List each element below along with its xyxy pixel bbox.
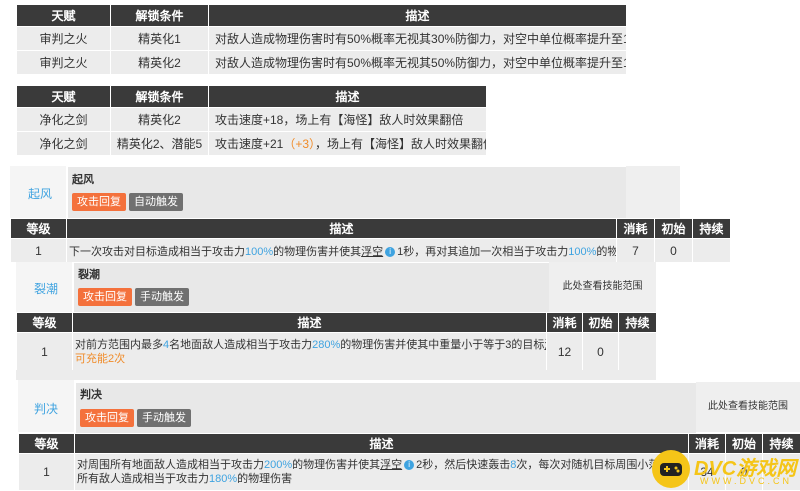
header-duration: 持续 [619, 313, 657, 333]
table-row: 1 对前方范围内最多4名地面敌人造成相当于攻击力280%的物理伤害并使其中重量小… [17, 333, 657, 371]
tag-recovery: 攻击回复 [78, 288, 132, 306]
skill-description: 下一次攻击对目标造成相当于攻击力100%的物理伤害并使其浮空i1秒，再对其追加一… [67, 239, 617, 263]
tag-recovery: 攻击回复 [72, 193, 126, 211]
skill-table-2: 等级 描述 消耗 初始 持续 1 对前方范围内最多4名地面敌人造成相当于攻击力2… [16, 312, 657, 371]
header-desc: 描述 [75, 434, 689, 454]
charge-note: 可充能2次 [75, 353, 125, 365]
talent-name: 净化之剑 [17, 132, 111, 156]
desc-text: 攻击速度+21 [215, 137, 283, 151]
table-row: 审判之火 精英化2 对敌人造成物理伤害时有50%概率无视其50%防御力，对空中单… [17, 51, 627, 75]
header-talent: 天赋 [17, 5, 111, 27]
talent-condition: 精英化1 [111, 27, 209, 51]
value-highlight: 200% [264, 459, 292, 471]
tag-trigger: 手动触发 [137, 409, 191, 427]
header-level: 等级 [11, 219, 67, 239]
talent-description: 对敌人造成物理伤害时有50%概率无视其50%防御力，对空中单位概率提升至100% [209, 51, 627, 75]
skill-panel-2: 裂潮 裂潮 攻击回复手动触发 此处查看技能范围 [16, 262, 656, 314]
skill-initial: 0 [583, 333, 619, 371]
header-desc: 描述 [73, 313, 547, 333]
table-row: 1 下一次攻击对目标造成相当于攻击力100%的物理伤害并使其浮空i1秒，再对其追… [11, 239, 731, 263]
table-row: 净化之剑 精英化2、潜能5 攻击速度+21（+3），场上有【海怪】敌人时效果翻倍 [17, 132, 487, 156]
skill-duration [619, 333, 657, 371]
talent-table-2: 天赋 解锁条件 描述 净化之剑 精英化2 攻击速度+18，场上有【海怪】敌人时效… [16, 85, 487, 156]
skill-title: 起风 [72, 171, 94, 187]
header-unlock: 解锁条件 [111, 86, 209, 108]
header-level: 等级 [19, 434, 75, 454]
header-cost: 消耗 [547, 313, 583, 333]
talent-condition: 精英化2 [111, 51, 209, 75]
table-row: 净化之剑 精英化2 攻击速度+18，场上有【海怪】敌人时效果翻倍 [17, 108, 487, 132]
header-level: 等级 [17, 313, 73, 333]
info-icon[interactable]: i [404, 460, 414, 470]
header-talent: 天赋 [17, 86, 111, 108]
talent-name: 审判之火 [17, 27, 111, 51]
table-row-clipped [16, 370, 656, 380]
talent-condition: 精英化2、潜能5 [111, 132, 209, 156]
talent-name: 净化之剑 [17, 108, 111, 132]
skill-level: 1 [17, 333, 73, 371]
header-initial: 初始 [583, 313, 619, 333]
tag-trigger: 自动触发 [129, 193, 183, 211]
skill-header: 裂潮 攻击回复手动触发 [73, 262, 550, 314]
skill-range-link[interactable]: 此处查看技能范围 [549, 262, 656, 312]
skill-level: 1 [11, 239, 67, 263]
tag-recovery: 攻击回复 [80, 409, 134, 427]
talent-description: 对敌人造成物理伤害时有50%概率无视其30%防御力，对空中单位概率提升至100% [209, 27, 627, 51]
skill-header: 判决 攻击回复手动触发 [75, 382, 697, 434]
skill-range[interactable] [626, 166, 680, 218]
skill-range-link[interactable]: 此处查看技能范围 [696, 382, 800, 432]
skill-header: 起风 攻击回复自动触发 [67, 166, 627, 220]
table-row: 审判之火 精英化1 对敌人造成物理伤害时有50%概率无视其30%防御力，对空中单… [17, 27, 627, 51]
skill-cost: 12 [547, 333, 583, 371]
talent-description: 攻击速度+21（+3），场上有【海怪】敌人时效果翻倍 [209, 132, 487, 156]
header-unlock: 解锁条件 [111, 5, 209, 27]
talent-condition: 精英化2 [111, 108, 209, 132]
watermark: DVC游戏网 WWW.DVC.CN [650, 448, 800, 490]
skill-cost: 7 [617, 239, 655, 263]
value-highlight: 100% [568, 246, 596, 258]
desc-text: ，场上有【海怪】敌人时效果翻倍 [315, 137, 486, 151]
skill-level: 1 [19, 454, 75, 491]
skill-panel-3: 判决 判决 攻击回复手动触发 此处查看技能范围 [18, 380, 800, 434]
keyword-airborne[interactable]: 浮空 [380, 459, 402, 471]
talent-name: 审判之火 [17, 51, 111, 75]
value-highlight: 180% [209, 473, 237, 485]
header-desc: 描述 [209, 5, 627, 27]
skill-initial: 0 [655, 239, 693, 263]
header-initial: 初始 [655, 219, 693, 239]
value-highlight: 100% [245, 246, 273, 258]
header-cost: 消耗 [617, 219, 655, 239]
skill-link[interactable]: 裂潮 [34, 280, 58, 297]
gamepad-logo-icon [650, 448, 692, 490]
header-desc: 描述 [209, 86, 487, 108]
talent-table-1: 天赋 解锁条件 描述 审判之火 精英化1 对敌人造成物理伤害时有50%概率无视其… [16, 4, 627, 75]
header-duration: 持续 [693, 219, 731, 239]
skill-link[interactable]: 判决 [34, 400, 58, 417]
skill-title: 裂潮 [78, 266, 100, 282]
skill-link[interactable]: 起风 [28, 185, 52, 202]
keyword-airborne[interactable]: 浮空 [361, 246, 383, 258]
skill-title: 判决 [80, 386, 102, 402]
tag-trigger: 手动触发 [135, 288, 189, 306]
info-icon[interactable]: i [385, 247, 395, 257]
skill-description: 对周围所有地面敌人造成相当于攻击力200%的物理伤害并使其浮空i2秒，然后快速轰… [75, 454, 689, 491]
skill-description: 对前方范围内最多4名地面敌人造成相当于攻击力280%的物理伤害并使其中重量小于等… [73, 333, 547, 371]
header-desc: 描述 [67, 219, 617, 239]
value-highlight: 280% [312, 339, 340, 351]
talent-description: 攻击速度+18，场上有【海怪】敌人时效果翻倍 [209, 108, 487, 132]
skill-table-1: 等级 描述 消耗 初始 持续 1 下一次攻击对目标造成相当于攻击力100%的物理… [10, 218, 731, 263]
potential-bonus: （+3） [283, 137, 315, 151]
skill-duration [693, 239, 731, 263]
watermark-sub: WWW.DVC.CN [700, 476, 792, 486]
